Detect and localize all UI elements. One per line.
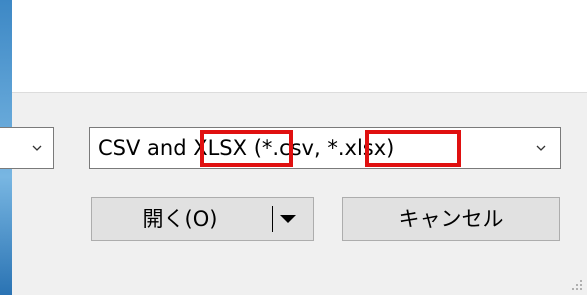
file-type-selected-value: CSV and XLSX (*.csv, *.xlsx) [98,135,394,161]
cancel-button[interactable]: キャンセル [342,197,560,241]
chevron-down-icon[interactable] [536,143,546,153]
caret-down-icon[interactable] [280,215,296,223]
open-button-split-divider [272,206,273,232]
cancel-button-label: キャンセル [398,207,504,231]
filename-combo[interactable] [0,127,54,169]
chevron-down-icon[interactable] [32,143,42,153]
dialog-divider [12,92,587,93]
file-type-prefix: CSV and [98,136,194,160]
resize-grip-icon[interactable] [571,279,583,291]
file-type-suffix: ) [386,136,395,160]
file-open-dialog: CSV and XLSX (*.csv, *.xlsx) 開く(O) キャンセル [0,0,587,295]
open-button[interactable]: 開く(O) [91,197,314,241]
file-type-middle: (*.csv, [247,136,328,160]
open-button-label: 開く(O) [142,207,218,231]
dialog-content-area [12,0,587,92]
file-type-ext: *.xlsx [327,136,387,160]
file-type-xlsx: XLSX [193,136,248,160]
file-type-select[interactable]: CSV and XLSX (*.csv, *.xlsx) [89,127,561,169]
